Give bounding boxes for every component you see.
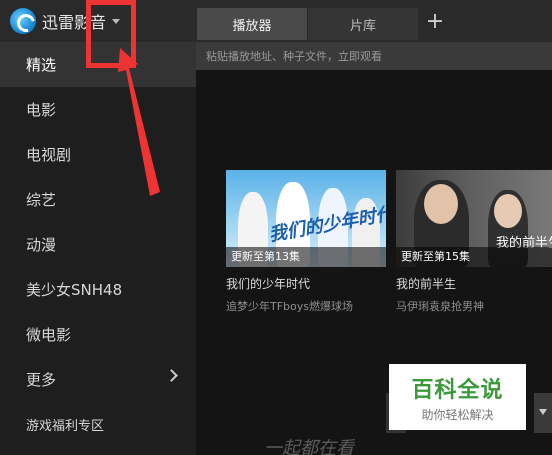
episode-badge: 更新至第13集 <box>226 247 386 267</box>
video-thumbnail[interactable]: 我的前半生 更新至第15集 <box>396 170 552 267</box>
highlight-box <box>86 0 136 68</box>
sidebar-item-variety[interactable]: 综艺 <box>0 177 196 222</box>
xunlei-logo-icon <box>10 8 36 34</box>
sidebar: 精选 电影 电视剧 综艺 动漫 美少女SNH48 微电影 更多 游戏福利专区 <box>0 42 196 455</box>
watermark-logo: 百科全说 助你轻松解决 <box>389 364 526 430</box>
sidebar-item-label: 电视剧 <box>26 146 72 164</box>
episode-badge: 更新至第15集 <box>396 247 552 267</box>
plus-icon[interactable]: + <box>424 10 446 34</box>
address-bar <box>196 42 552 70</box>
sidebar-item-movies[interactable]: 电影 <box>0 87 196 132</box>
sidebar-item-micro-film[interactable]: 微电影 <box>0 312 196 357</box>
watermark-sub: 助你轻松解决 <box>421 408 494 422</box>
tab-library[interactable]: 片库 <box>308 8 418 40</box>
sidebar-item-label: 微电影 <box>26 326 72 344</box>
video-thumbnail[interactable]: 我们的少年时代 更新至第13集 <box>226 170 386 267</box>
video-subtitle: 马伊琍袁泉抢男神 <box>396 300 484 313</box>
video-card[interactable]: 我的前半生 更新至第15集 我的前半生 马伊琍袁泉抢男神 <box>396 170 552 314</box>
video-subtitle: 追梦少年TFboys燃爆球场 <box>226 300 353 313</box>
scroll-right-button[interactable] <box>534 393 552 433</box>
sidebar-item-label: 动漫 <box>26 236 57 254</box>
sidebar-item-label: 综艺 <box>26 191 57 209</box>
sidebar-item-game-welfare[interactable]: 游戏福利专区 <box>0 402 196 447</box>
sidebar-item-anime[interactable]: 动漫 <box>0 222 196 267</box>
tab-player[interactable]: 播放器 <box>197 8 307 40</box>
title-bar: 迅雷影音 播放器 片库 + <box>0 0 552 42</box>
chevron-right-icon <box>165 369 178 382</box>
video-title[interactable]: 我们的少年时代 <box>226 275 386 292</box>
sidebar-item-more[interactable]: 更多 <box>0 357 196 402</box>
sidebar-item-snh48[interactable]: 美少女SNH48 <box>0 267 196 312</box>
sidebar-item-label: 精选 <box>26 56 57 74</box>
sidebar-item-label: 游戏福利专区 <box>26 419 105 434</box>
video-title[interactable]: 我的前半生 <box>396 275 552 292</box>
sidebar-item-tv-series[interactable]: 电视剧 <box>0 132 196 177</box>
sidebar-item-label: 更多 <box>26 371 57 389</box>
sidebar-item-label: 电影 <box>26 101 57 119</box>
sidebar-item-label: 美少女SNH48 <box>26 281 123 299</box>
watermark-main: 百科全说 <box>411 378 504 403</box>
video-card[interactable]: 我们的少年时代 更新至第13集 我们的少年时代 追梦少年TFboys燃爆球场 <box>226 170 386 314</box>
url-input[interactable] <box>196 42 552 70</box>
section-heading: 一起都在看 <box>264 438 354 455</box>
